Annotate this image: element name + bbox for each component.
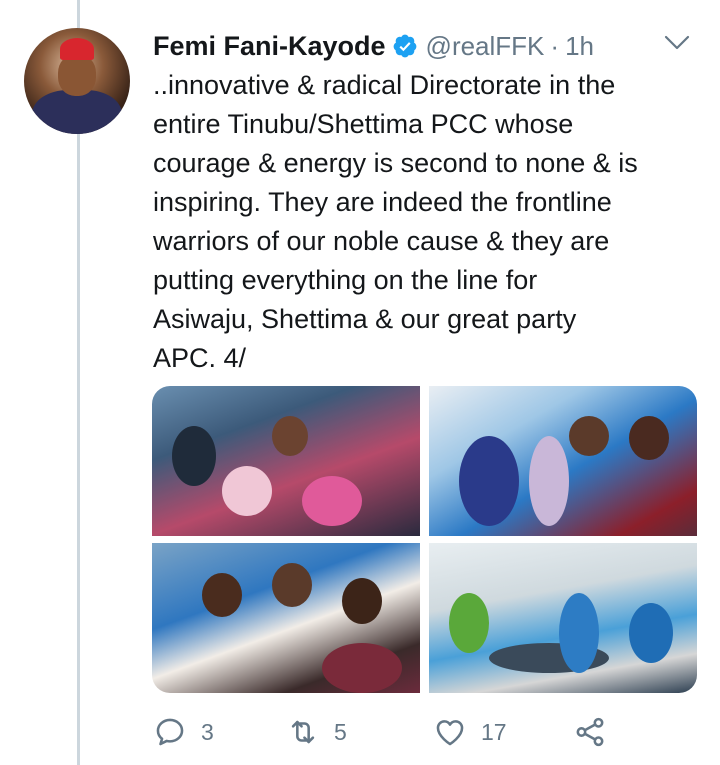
- photo-4[interactable]: [429, 543, 697, 693]
- tweet-actions: 3 5 17: [153, 712, 623, 752]
- photo-2[interactable]: [429, 386, 697, 536]
- retweet-count: 5: [334, 718, 347, 745]
- verified-badge-icon: [392, 33, 418, 59]
- tweet[interactable]: Femi Fani-Kayode @realFFK · 1h ..innovat…: [0, 0, 720, 765]
- like-button[interactable]: 17: [433, 715, 573, 749]
- like-icon: [436, 720, 464, 746]
- tweet-text: ..innovative & radical Directorate in th…: [153, 70, 638, 373]
- tweet-header: Femi Fani-Kayode @realFFK · 1h: [153, 28, 700, 64]
- like-count: 17: [481, 718, 507, 745]
- reply-count: 3: [201, 718, 214, 745]
- share-button[interactable]: [573, 715, 607, 749]
- photo-3[interactable]: [152, 543, 420, 693]
- chevron-down-icon[interactable]: [664, 34, 690, 52]
- avatar[interactable]: [24, 28, 130, 134]
- reply-icon: [156, 718, 184, 746]
- separator-dot: ·: [550, 30, 560, 61]
- photo-1[interactable]: [152, 386, 420, 536]
- author-name[interactable]: Femi Fani-Kayode: [153, 31, 386, 62]
- media-grid: [152, 386, 697, 693]
- timestamp[interactable]: 1h: [565, 31, 594, 62]
- retweet-icon: [291, 720, 315, 744]
- reply-button[interactable]: 3: [153, 715, 286, 749]
- retweet-button[interactable]: 5: [286, 715, 433, 749]
- share-icon: [576, 717, 604, 747]
- author-handle[interactable]: @realFFK: [426, 31, 545, 62]
